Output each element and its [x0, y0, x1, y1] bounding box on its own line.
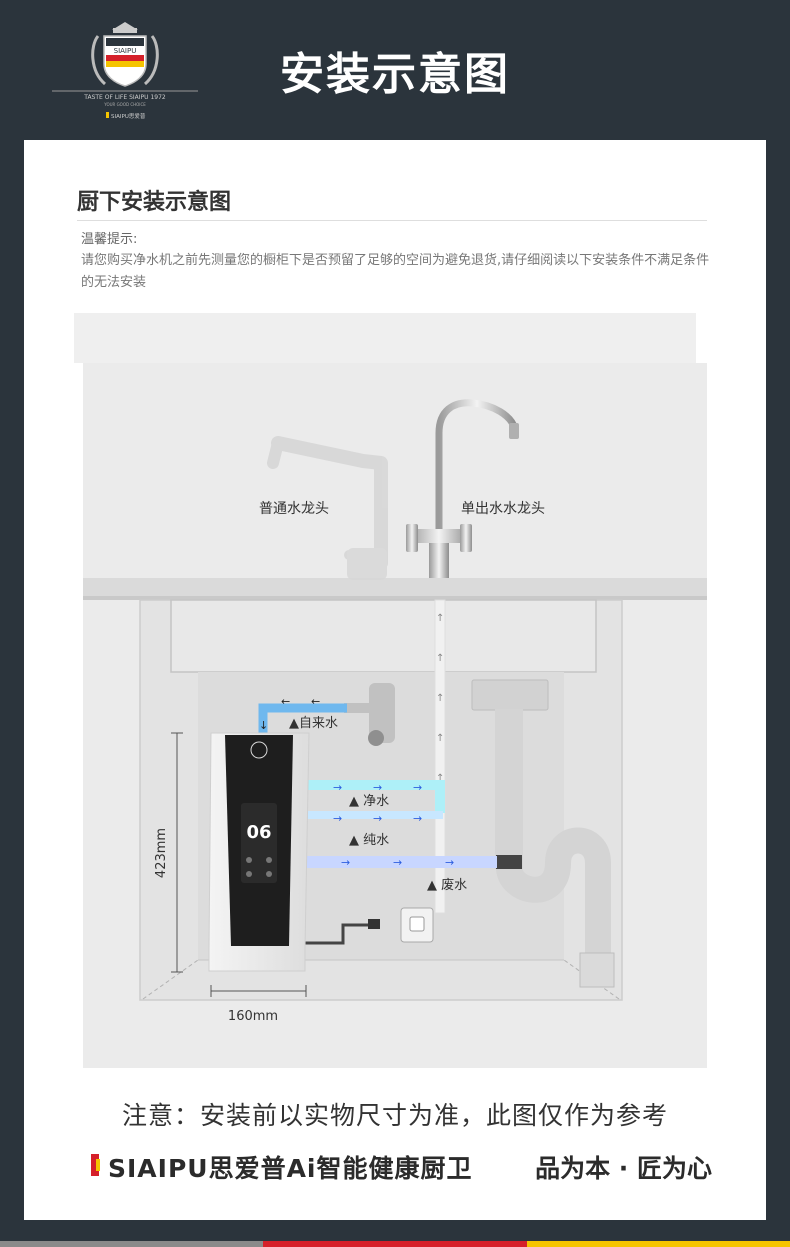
- height-dimension: 423mm: [154, 828, 169, 878]
- width-dimension: 160mm: [228, 1009, 278, 1024]
- section-title: 厨下安装示意图: [77, 190, 232, 215]
- logo-subtagline: YOUR GOOD CHOICE: [103, 102, 146, 107]
- arrow-right: →: [341, 856, 350, 869]
- arrow-up: ↑: [436, 693, 444, 704]
- brand-text: SIAIPU思爱普Ai智能健康厨卫: [108, 1154, 473, 1183]
- installation-diagram: ↑ ↑ ↑ ↑ ↑ ← ← ↓ → → → → → → → → → 06 423…: [83, 363, 707, 1068]
- arrow-right: →: [373, 781, 382, 794]
- logo-mini-brand: SIAIPU思爱普: [111, 112, 146, 120]
- arrow-up: ↑: [436, 733, 444, 744]
- content-card: 厨下安装示意图 温馨提示: 请您购买净水机之前先测量您的橱柜下是否预留了足够的空…: [24, 140, 766, 1220]
- arrow-right: →: [333, 781, 342, 794]
- device-display: 06: [246, 822, 271, 843]
- waste-water-label: ▲ 废水: [427, 877, 467, 893]
- arrow-right: →: [333, 812, 342, 825]
- bar-segment-yellow: [526, 1241, 790, 1247]
- brand-logo: SIAIPU TASTE OF LIFE SIAIPU 1972 YOUR GO…: [52, 22, 198, 120]
- bottom-color-bar: [0, 1241, 790, 1247]
- header: SIAIPU TASTE OF LIFE SIAIPU 1972 YOUR GO…: [0, 0, 790, 140]
- logo-tagline: TASTE OF LIFE SIAIPU 1972: [83, 94, 166, 101]
- divider: [77, 220, 707, 221]
- pure-water-label: ▲ 纯水: [349, 833, 389, 848]
- arrow-up: ↑: [436, 613, 444, 624]
- arrow-down: ↓: [259, 719, 268, 732]
- brand-mark-icon: [91, 1154, 100, 1176]
- arrow-right: →: [393, 856, 402, 869]
- note-text: 注意：安装前以实物尺寸为准，此图仅作为参考: [121, 1101, 668, 1130]
- tip-text: 请您购买净水机之前先测量您的橱柜下是否预留了足够的空间为避免退货,请仔细阅读以下…: [81, 253, 710, 290]
- arrow-right: →: [445, 856, 454, 869]
- bar-segment-gray: [0, 1241, 264, 1247]
- arrow-right: →: [373, 812, 382, 825]
- normal-faucet-label: 普通水龙头: [259, 501, 329, 517]
- clean-water-label: ▲ 净水: [349, 794, 389, 809]
- arrow-left: ←: [281, 695, 290, 708]
- arrow-right: →: [413, 781, 422, 794]
- brand-line: SIAIPU思爱普Ai智能健康厨卫 品为本 · 匠为心: [84, 1148, 714, 1184]
- arrow-up: ↑: [436, 653, 444, 664]
- tap-water-label: ▲自来水: [289, 716, 338, 731]
- arrow-left: ←: [311, 695, 320, 708]
- gray-strip: [74, 313, 696, 363]
- page-title: 安装示意图: [280, 49, 510, 100]
- single-faucet-label: 单出水水龙头: [461, 501, 545, 517]
- water-purifier: 06: [208, 732, 310, 972]
- arrow-right: →: [413, 812, 422, 825]
- bar-segment-red: [263, 1241, 527, 1247]
- brand-slogan: 品为本 · 匠为心: [535, 1154, 712, 1183]
- logo-emblem-text: SIAIPU: [114, 47, 137, 55]
- tip-label: 温馨提示:: [81, 232, 138, 247]
